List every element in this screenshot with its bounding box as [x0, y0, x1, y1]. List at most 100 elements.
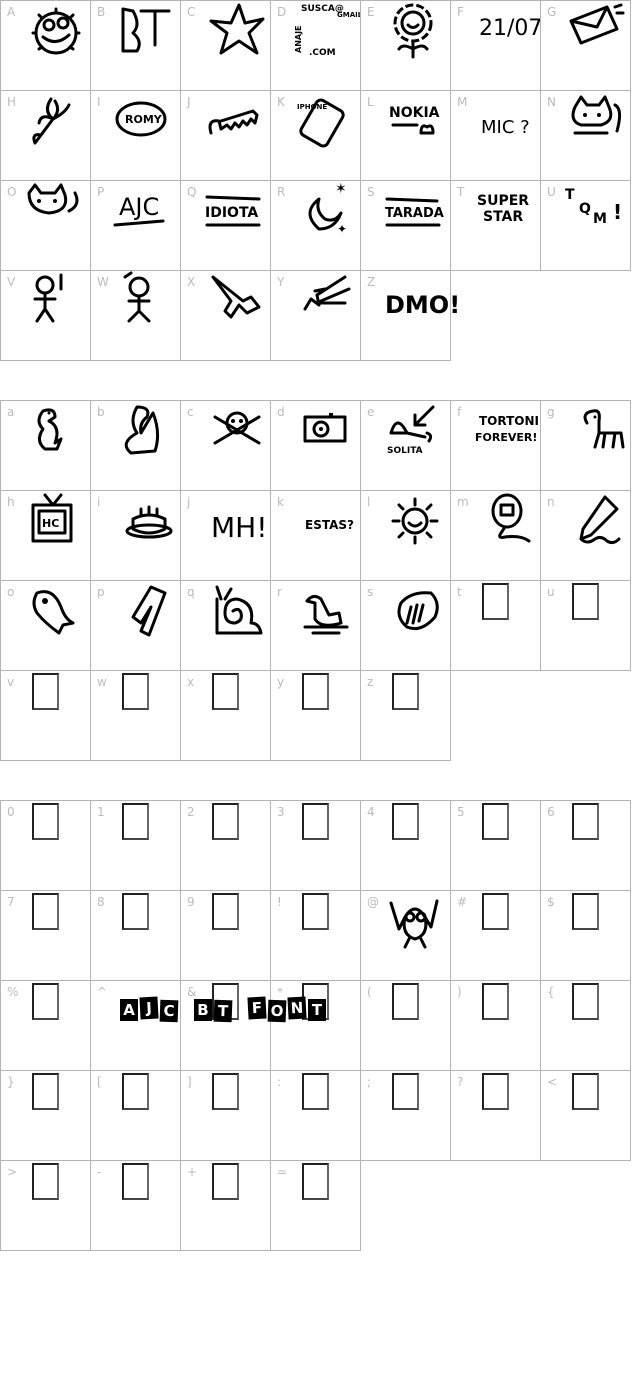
glyph-cell: h HC [0, 490, 90, 580]
mic-question-icon: MIC ? [481, 117, 530, 138]
glyph-cell: z [360, 670, 451, 761]
missing-glyph-box-icon [482, 1073, 509, 1110]
glyph-cell-label: $ [547, 895, 555, 909]
girl-figure-icon [111, 271, 177, 339]
tv-icon: HC [31, 493, 73, 543]
glyph-cell-label: G [547, 5, 557, 19]
missing-glyph-box-icon [482, 983, 509, 1020]
glyph-cell-label: } [7, 1075, 15, 1089]
svg-text:21/07: 21/07 [479, 16, 542, 41]
glyph-cell: i [90, 490, 180, 580]
date-text-icon: 21/07 [479, 16, 542, 41]
glyph-cell-label: ) [457, 985, 462, 999]
glyph-cell: U T Q M! [540, 180, 631, 271]
glyph-cell-label: W [97, 275, 109, 289]
glyph-cell-label: ] [187, 1075, 192, 1089]
glyph-cell-label: q [187, 585, 195, 599]
glyph-cell-label: ( [367, 985, 372, 999]
seashell-icon [397, 591, 439, 631]
glyph-cell: ! [270, 890, 360, 980]
glyph-cell-label: w [97, 675, 107, 689]
glyph-cell-label: N [547, 95, 556, 109]
smiling-flower-icon [381, 3, 447, 69]
date-text-icon: 21/07 [471, 3, 542, 69]
svg-text:T: T [565, 187, 575, 203]
glyph-cell-label: u [547, 585, 555, 599]
tortoni-text-icon: TORTONI FOREVER! [471, 403, 539, 469]
glyph-cell: a [0, 400, 90, 490]
spiky-smiley-face-icon [21, 3, 87, 69]
glyph-cell: 0 [0, 800, 90, 890]
glyph-cell-label: V [7, 275, 16, 289]
glyph-cell-label: P [97, 185, 105, 199]
glyph-cell: G [540, 0, 631, 90]
glyph-cell-label: @ [367, 895, 379, 909]
glyph-cell: [ [90, 1070, 180, 1160]
missing-glyph-box-icon [302, 803, 329, 840]
glyph-cell: v [0, 670, 90, 761]
glyph-cell: 2 [180, 800, 270, 890]
missing-glyph-box-icon [572, 893, 599, 930]
glyph-cell-label: 0 [7, 805, 15, 819]
missing-glyph-box-icon [212, 1073, 239, 1110]
svg-text:NOKIA: NOKIA [389, 105, 440, 121]
email-text-square-icon: SUSCA@GMAIL.COMANAJE [291, 3, 363, 69]
glyph-cell: = [270, 1160, 361, 1251]
glyph-cell-label: 2 [187, 805, 195, 819]
svg-text:!: ! [613, 200, 622, 224]
glyph-cell: M MIC ? [450, 90, 540, 180]
glyph-cell: 3 [270, 800, 360, 890]
glyph-cell-label: C [187, 5, 196, 19]
glyph-cell-label: H [7, 95, 17, 109]
glyph-cell-label: D [277, 5, 287, 19]
svg-text:SUPER: SUPER [477, 193, 529, 209]
glyph-cell-label: ! [277, 895, 282, 909]
banner-letter-tile: T [213, 999, 233, 1023]
cat-face-icon [27, 183, 79, 215]
missing-glyph-box-icon [212, 803, 239, 840]
airplane-icon [201, 273, 267, 339]
missing-glyph-box-icon [302, 893, 329, 930]
svg-text:GMAIL: GMAIL [337, 11, 363, 19]
dmo-text-icon: DMO! [385, 291, 460, 319]
glyph-cell-label: 1 [97, 805, 105, 819]
idiota-text-icon: IDIOTA [205, 195, 261, 227]
smiling-flower-icon [393, 3, 433, 59]
shooting-star-icon [291, 273, 357, 339]
missing-glyph-box-icon [302, 673, 329, 710]
glyph-cell-label: g [547, 405, 555, 419]
banner-letter-tile: T [308, 999, 326, 1021]
banner-space [179, 997, 192, 1020]
missing-glyph-box-icon [572, 983, 599, 1020]
glyph-cell-label: ? [457, 1075, 464, 1089]
glyph-cell: 1 [90, 800, 180, 890]
airplane-icon [211, 275, 261, 319]
svg-text:FOREVER!: FOREVER! [475, 431, 537, 444]
dmo-text-icon: DMO! [381, 273, 460, 339]
romy-badge-icon: ROMY [115, 101, 167, 137]
banner-letter-tile: J [139, 996, 159, 1020]
glyph-cell-label: 4 [367, 805, 375, 819]
glyph-cell: S TARADA [360, 180, 450, 270]
glyph-cell: @ [360, 890, 450, 980]
star-icon [209, 3, 265, 55]
glyph-cell: { [540, 980, 631, 1070]
iphone-icon: IPHONE [291, 93, 357, 159]
birthday-cake-icon [111, 493, 177, 559]
glyph-cell-label: h [7, 495, 15, 509]
tqm-text-icon: TQM! [565, 187, 622, 227]
sun-icon [381, 493, 447, 559]
glyph-cell-label: R [277, 185, 286, 199]
moon-stars-icon: ✶✦ [291, 181, 357, 249]
glyph-cell: n [540, 490, 631, 580]
glyph-cell: I ROMY [90, 90, 180, 180]
glyph-cell-label: M [457, 95, 468, 109]
dinosaur-long-neck-icon [124, 405, 160, 455]
glyph-cell: } [0, 1070, 90, 1160]
glyph-cell-label: p [97, 585, 105, 599]
tarada-text-icon: TARADA [381, 183, 447, 249]
glyph-cell-label: Q [187, 185, 197, 199]
svg-text:HC: HC [42, 517, 59, 530]
glyph-cell-label: : [277, 1075, 282, 1089]
glyph-cell-label: K [277, 95, 285, 109]
